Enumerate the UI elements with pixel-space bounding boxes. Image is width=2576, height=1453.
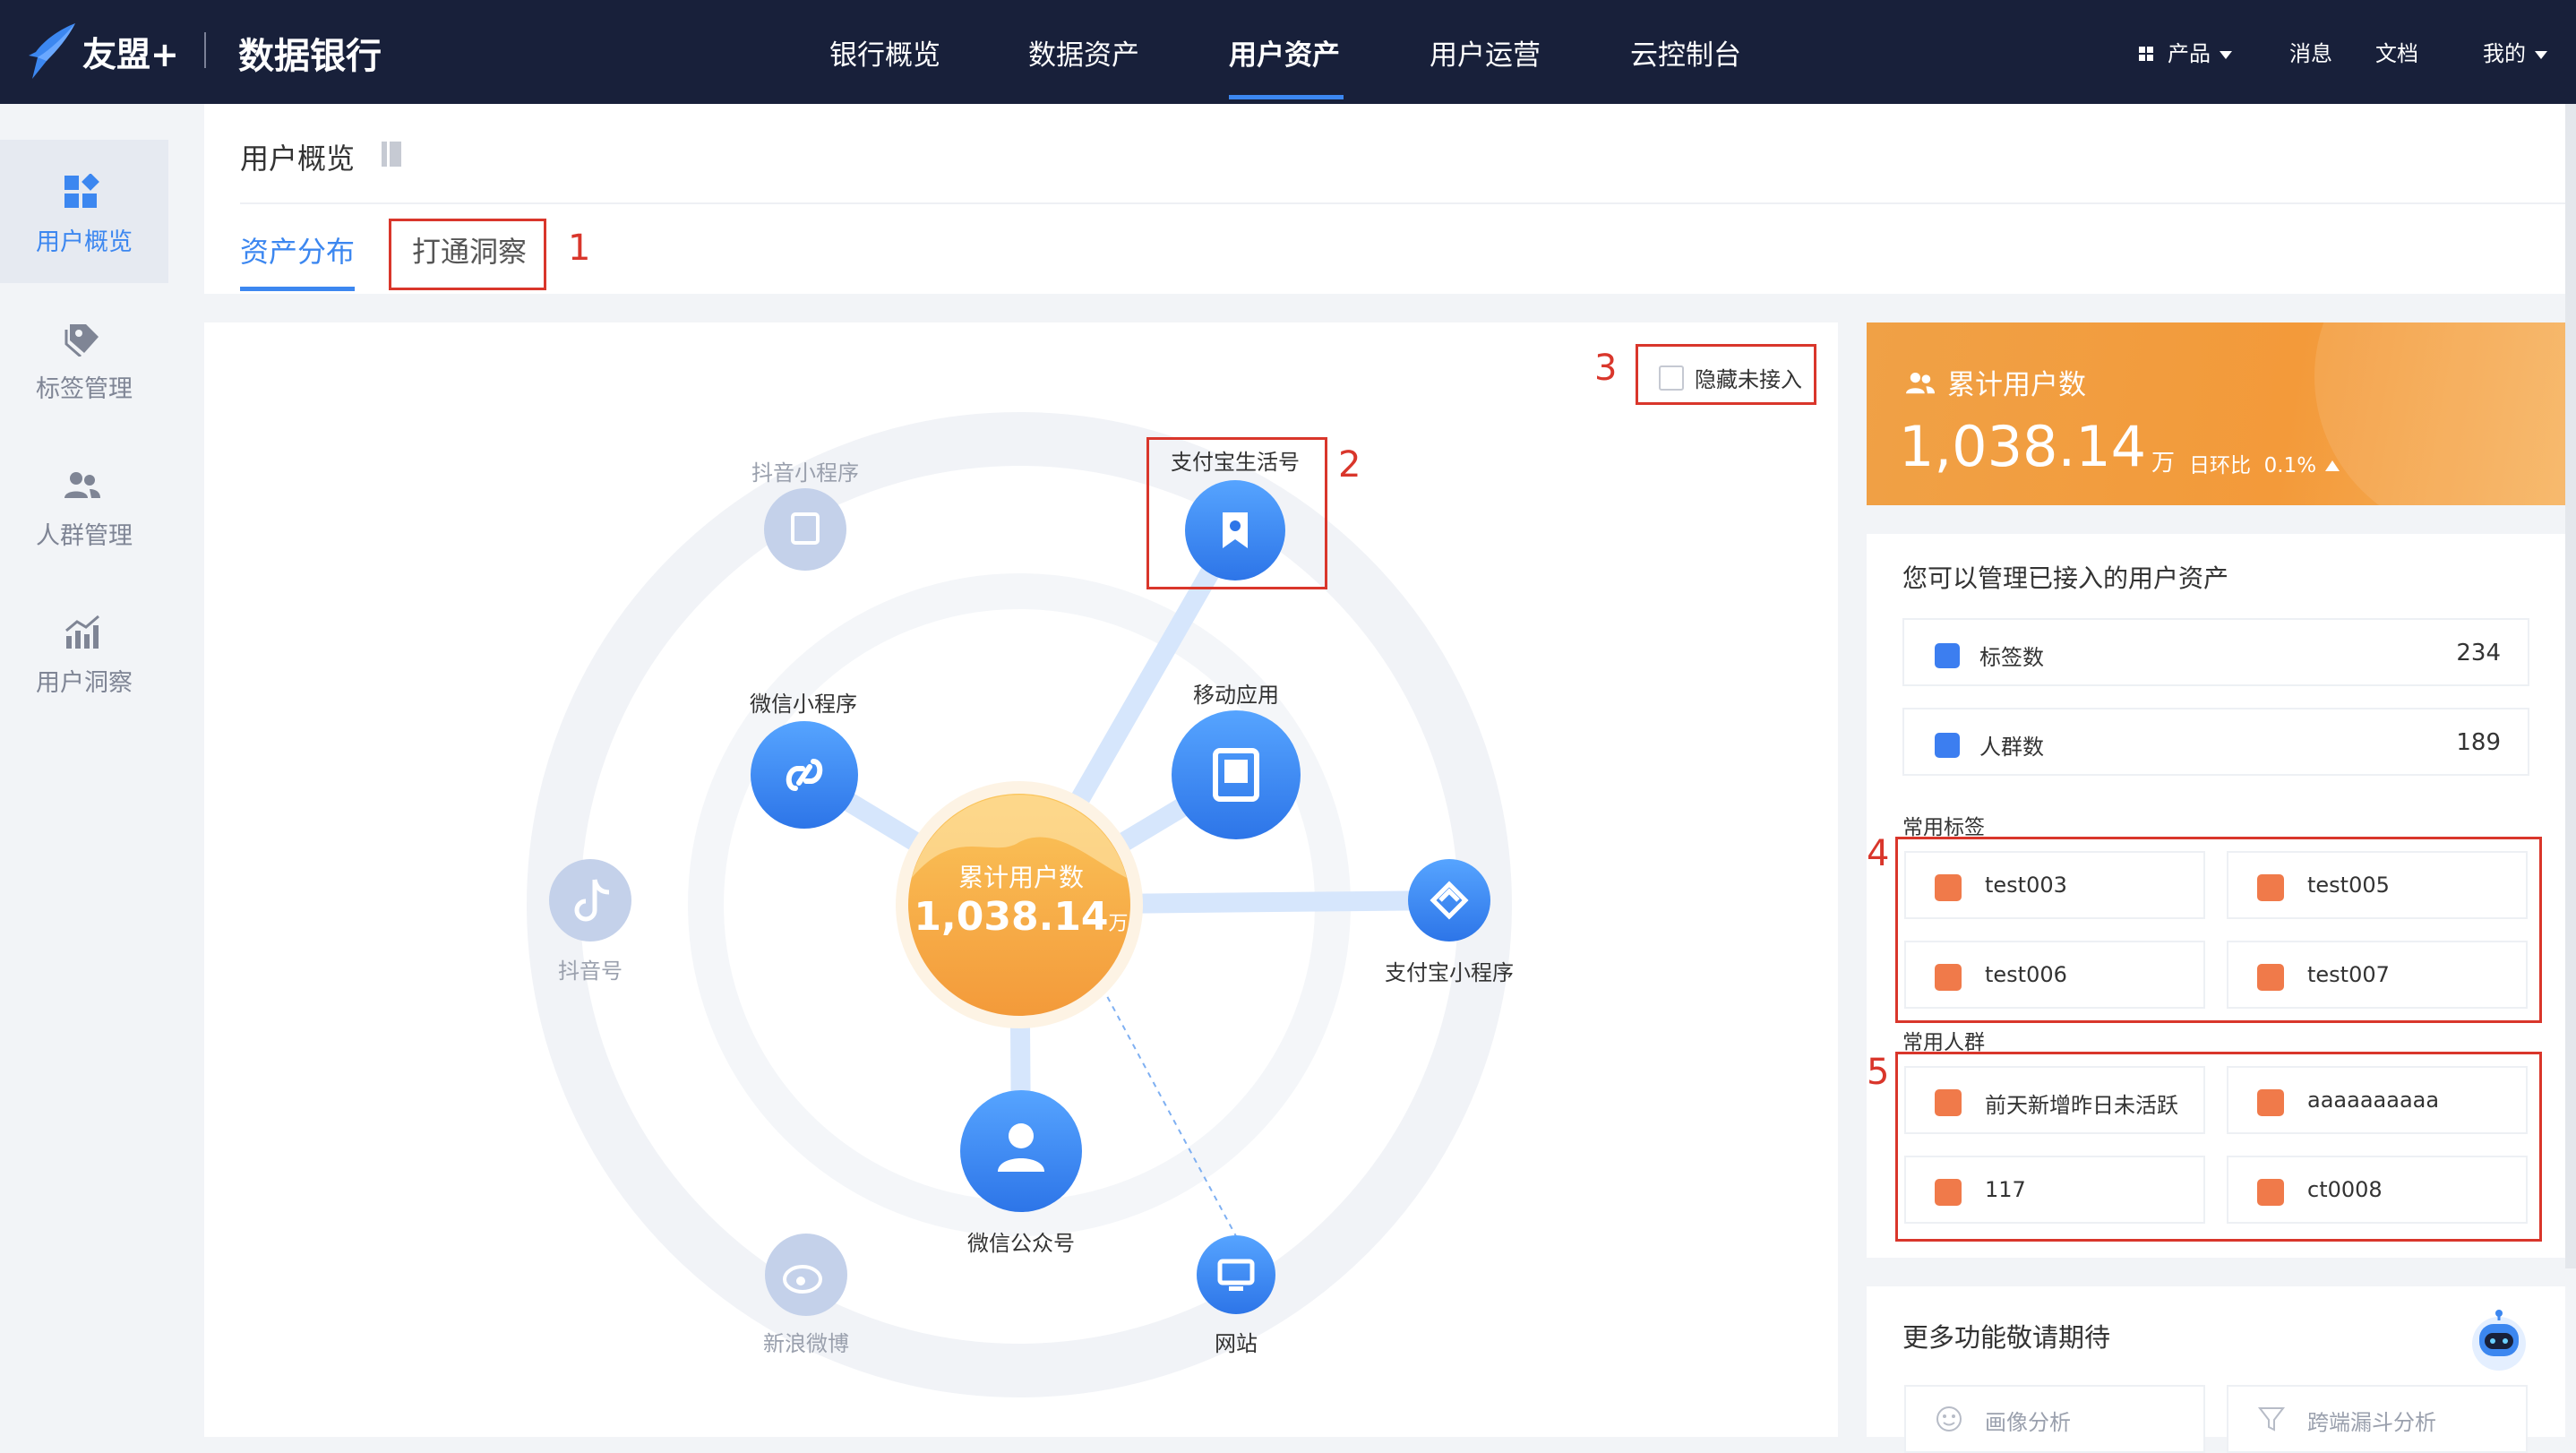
sidebar-item-label: 人群管理 — [36, 522, 133, 550]
product-name: 数据银行 — [238, 36, 382, 77]
center-node-title: 累计用户数 — [957, 863, 1084, 892]
users-icon — [1935, 733, 1960, 758]
chart-icon — [65, 615, 99, 649]
crowd-count-row[interactable]: 人群数 189 — [1902, 708, 2529, 776]
annotation-number-4: 4 — [1867, 833, 1890, 874]
node-alipay-mini[interactable] — [1408, 859, 1490, 941]
dashboard-icon — [64, 174, 99, 208]
user-avatar-icon — [1009, 1123, 1034, 1148]
arrow-up-icon — [2325, 460, 2340, 471]
assets-title: 您可以管理已接入的用户资产 — [1902, 563, 2229, 593]
node-douyin-mini[interactable] — [764, 488, 846, 571]
node-label-weibo: 新浪微博 — [763, 1331, 849, 1356]
annotation-box-5 — [1895, 1052, 2542, 1242]
total-users-unit: 万 — [2151, 450, 2176, 477]
crowd-count-value: 189 — [2456, 729, 2501, 756]
total-users-title: 累计用户数 — [1902, 362, 2086, 402]
nav-data-assets[interactable]: 数据资产 — [1028, 32, 1139, 73]
annotation-number-5: 5 — [1867, 1052, 1890, 1093]
tab-active-indicator — [240, 287, 355, 291]
chevron-down-icon — [2220, 50, 2232, 59]
account-menu-label: 我的 — [2483, 41, 2526, 66]
chevron-down-icon — [2535, 50, 2547, 59]
node-label-wechat-official: 微信公众号 — [967, 1231, 1075, 1256]
total-users-card: 累计用户数 1,038.14 万 日环比 0.1% — [1867, 322, 2565, 505]
card-decoration — [2314, 322, 2565, 505]
portrait-analysis-item[interactable]: 画像分析 — [1904, 1385, 2205, 1453]
brand-name: 友盟+ — [82, 35, 179, 74]
messages-link[interactable]: 消息 — [2289, 36, 2332, 67]
funnel-analysis-item[interactable]: 跨端漏斗分析 — [2227, 1385, 2528, 1453]
node-douyin[interactable] — [549, 859, 631, 941]
node-wechat-official[interactable] — [960, 1090, 1082, 1212]
book-icon[interactable] — [380, 140, 403, 168]
node-website[interactable] — [1197, 1235, 1275, 1314]
sidebar-item-user-overview[interactable]: 用户概览 — [0, 140, 168, 283]
tag-icon — [1935, 643, 1960, 668]
products-menu-label: 产品 — [2168, 41, 2211, 66]
annotation-box-4 — [1895, 837, 2542, 1023]
nav-user-assets[interactable]: 用户资产 — [1229, 32, 1340, 73]
sidebar: 用户概览 标签管理 人群管理 用户洞察 — [0, 104, 181, 1437]
total-users-value: 1,038.14 — [1899, 414, 2147, 479]
sidebar-item-label: 标签管理 — [36, 375, 133, 403]
users-icon — [64, 472, 100, 498]
sidebar-item-user-insight[interactable]: 用户洞察 — [0, 580, 168, 724]
coming-soon-title: 更多功能敬请期待 — [1902, 1322, 2111, 1353]
nav-cloud-console[interactable]: 云控制台 — [1630, 32, 1741, 73]
node-weibo[interactable] — [765, 1234, 847, 1316]
smile-icon — [1936, 1406, 1962, 1432]
node-label-douyin: 抖音号 — [558, 959, 623, 984]
sidebar-item-tag-management[interactable]: 标签管理 — [0, 287, 168, 430]
day-over-day: 日环比 0.1% — [2189, 448, 2340, 478]
page-header: 用户概览 资产分布 打通洞察 — [204, 104, 2565, 294]
products-menu[interactable]: 产品 — [2139, 36, 2232, 67]
top-navbar: 友盟+ 数据银行 银行概览 数据资产 用户资产 用户运营 云控制台 产品 消息 … — [0, 0, 2576, 104]
tag-icon — [64, 324, 99, 357]
brand-logo-icon — [29, 23, 75, 79]
brand-divider — [204, 32, 206, 68]
common-tags-label: 常用标签 — [1902, 816, 1985, 839]
grid-icon — [2139, 47, 2155, 63]
page-scrollbar[interactable] — [2565, 104, 2576, 1268]
sidebar-item-crowd-management[interactable]: 人群管理 — [0, 434, 168, 577]
users-icon — [1906, 373, 1935, 394]
nav-user-operations[interactable]: 用户运营 — [1430, 32, 1541, 73]
page-title: 用户概览 — [240, 142, 356, 176]
node-label-alipay-mini: 支付宝小程序 — [1385, 960, 1514, 985]
annotation-box-3 — [1636, 344, 1816, 405]
annotation-number-1: 1 — [568, 228, 591, 269]
annotation-number-3: 3 — [1594, 348, 1618, 389]
common-groups-label: 常用人群 — [1902, 1031, 1985, 1054]
tag-count-value: 234 — [2456, 640, 2501, 666]
robot-mascot-icon — [2472, 1310, 2526, 1371]
header-divider — [240, 202, 2565, 204]
tab-asset-distribution[interactable]: 资产分布 — [240, 229, 355, 271]
funnel-icon — [2257, 1407, 2286, 1432]
center-node-value: 1,038.14万 — [914, 894, 1129, 940]
nav-active-indicator — [1229, 95, 1344, 99]
account-menu[interactable]: 我的 — [2483, 36, 2547, 67]
nav-bank-overview[interactable]: 银行概览 — [829, 32, 940, 73]
sidebar-item-label: 用户概览 — [36, 228, 133, 256]
sidebar-item-label: 用户洞察 — [36, 669, 133, 697]
docs-link[interactable]: 文档 — [2375, 36, 2418, 67]
node-label-mobile-app: 移动应用 — [1193, 683, 1279, 708]
node-label-wechat-mini: 微信小程序 — [750, 692, 857, 717]
node-label-douyin-mini: 抖音小程序 — [751, 460, 859, 486]
annotation-box-1 — [389, 219, 546, 290]
node-label-website: 网站 — [1215, 1331, 1258, 1356]
node-label-alipay-life: 支付宝生活号 — [1171, 450, 1300, 475]
tag-count-row[interactable]: 标签数 234 — [1902, 618, 2529, 686]
